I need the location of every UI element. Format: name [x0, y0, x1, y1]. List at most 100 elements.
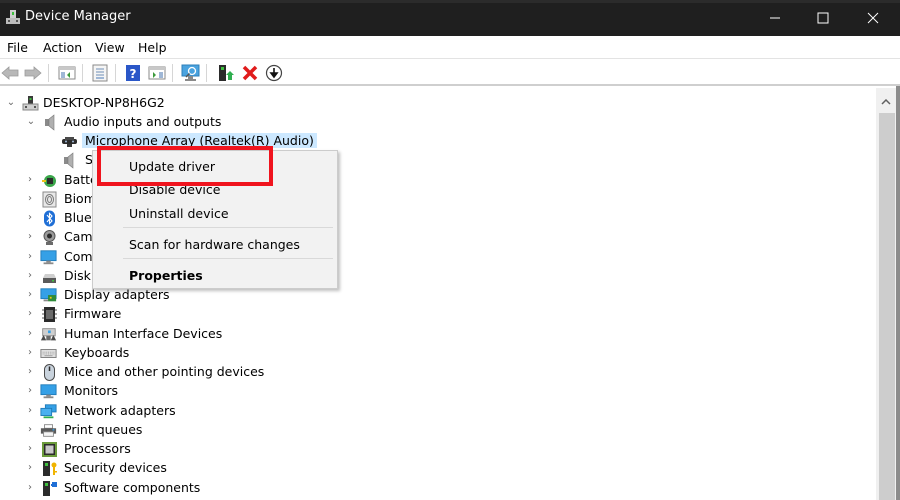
tree-root[interactable]: ⌄ DESKTOP-NP8H6G2: [0, 94, 300, 113]
menu-item-scan-hardware[interactable]: Scan for hardware changes: [129, 237, 300, 252]
toolbar: ?: [0, 60, 900, 86]
menu-view[interactable]: View: [95, 40, 125, 55]
tree-item-computer[interactable]: › Comp: [0, 248, 101, 267]
update-driver-button[interactable]: [216, 63, 236, 83]
tree-item-software-components[interactable]: › Software components: [0, 479, 220, 498]
menu-file[interactable]: File: [7, 40, 28, 55]
scan-hardware-button[interactable]: [181, 63, 201, 83]
menu-action[interactable]: Action: [43, 40, 82, 55]
chevron-right-icon[interactable]: ›: [25, 482, 35, 494]
scroll-thumb[interactable]: [879, 113, 895, 500]
back-button[interactable]: [0, 63, 20, 83]
tree-item-mice[interactable]: › Mice and other pointing devices: [0, 363, 264, 382]
chevron-right-icon[interactable]: ›: [25, 270, 35, 282]
keyboard-icon: [40, 349, 57, 358]
tree-root-label: DESKTOP-NP8H6G2: [43, 95, 165, 110]
chevron-right-icon[interactable]: ›: [25, 231, 35, 243]
tree-item-cameras[interactable]: › Came: [0, 228, 100, 247]
maximize-button[interactable]: [800, 0, 846, 36]
chevron-right-icon[interactable]: ›: [25, 347, 35, 359]
tree-item-hid[interactable]: › Human Interface Devices: [0, 325, 222, 344]
chevron-right-icon[interactable]: ›: [25, 174, 35, 186]
tree-item-label: Processors: [64, 441, 131, 456]
tree-item-firmware[interactable]: › Firmware: [0, 305, 200, 324]
tree-item-audio[interactable]: ⌄ Audio inputs and outputs: [0, 113, 300, 132]
toolbar-separator: [172, 64, 173, 82]
chevron-right-icon[interactable]: ›: [25, 443, 35, 455]
chevron-right-icon[interactable]: ›: [25, 328, 35, 340]
tree-item-label: Print queues: [64, 422, 143, 437]
firmware-chip-icon: [42, 307, 57, 322]
toolbar-separator: [48, 64, 49, 82]
show-action-pane-button[interactable]: [147, 63, 167, 83]
show-hide-console-tree-icon: [58, 66, 76, 80]
network-adapter-icon: [40, 404, 57, 419]
chevron-down-icon[interactable]: ⌄: [6, 97, 16, 109]
chevron-right-icon[interactable]: ›: [25, 366, 35, 378]
uninstall-device-button[interactable]: [240, 63, 260, 83]
chevron-right-icon[interactable]: ›: [25, 385, 35, 397]
forward-button[interactable]: [23, 63, 43, 83]
svg-text:?: ?: [130, 67, 137, 81]
properties-button[interactable]: [90, 63, 110, 83]
tree-item-label: Audio inputs and outputs: [64, 114, 222, 129]
tree-item-network-adapters[interactable]: › Network adapters: [0, 402, 200, 421]
vertical-scrollbar[interactable]: [876, 88, 896, 500]
menu-help[interactable]: Help: [138, 40, 167, 55]
chevron-right-icon[interactable]: ›: [25, 424, 35, 436]
display-adapter-icon: [40, 288, 57, 302]
tree-item-disk-drives[interactable]: › Disk d: [0, 267, 103, 286]
help-button[interactable]: ?: [123, 63, 143, 83]
tree-item-label: Firmware: [64, 306, 122, 321]
chevron-right-icon[interactable]: ›: [25, 405, 35, 417]
tree-item-keyboards[interactable]: › Keyboards: [0, 344, 200, 363]
chevron-right-icon[interactable]: ›: [25, 212, 35, 224]
tree-item-speakers[interactable]: S: [0, 151, 100, 170]
chevron-right-icon[interactable]: ›: [25, 289, 35, 301]
tree-item-label: Display adapters: [64, 287, 170, 302]
tree-item-processors[interactable]: › Processors: [0, 440, 200, 459]
disk-drive-icon: [43, 274, 56, 283]
chevron-right-icon[interactable]: ›: [25, 462, 35, 474]
chevron-right-icon[interactable]: ›: [25, 308, 35, 320]
speaker-icon: [64, 152, 74, 169]
show-action-pane-icon: [148, 66, 166, 80]
scroll-up-button[interactable]: [876, 94, 896, 110]
disable-device-icon: [265, 64, 283, 82]
menu-separator: [123, 227, 333, 228]
show-hide-console-tree-button[interactable]: [57, 63, 77, 83]
tree-item-label: Monitors: [64, 383, 119, 398]
tree-item-biometric[interactable]: › Biom: [0, 190, 100, 209]
tree-item-monitors[interactable]: › Monitors: [0, 382, 200, 401]
disable-device-button[interactable]: [264, 63, 284, 83]
printer-icon: [40, 424, 57, 437]
tree-item-label: Security devices: [64, 460, 167, 475]
window-title: Device Manager: [25, 9, 131, 24]
camera-icon: [43, 230, 56, 245]
highlight-annotation-box: [97, 146, 273, 186]
maximize-icon: [817, 12, 829, 24]
chevron-down-icon[interactable]: ⌄: [26, 116, 36, 128]
tree-item-print-queues[interactable]: › Print queues: [0, 421, 200, 440]
tree-item-label: Keyboards: [64, 345, 130, 360]
tree-item-batteries[interactable]: › Batte: [0, 171, 100, 190]
tree-item-security-devices[interactable]: › Security devices: [0, 459, 200, 478]
chevron-up-icon: [881, 99, 891, 105]
minimize-icon: [770, 17, 780, 19]
toolbar-separator: [82, 64, 83, 82]
toolbar-separator: [115, 64, 116, 82]
software-component-icon: [43, 481, 57, 496]
forward-arrow-icon: [24, 66, 42, 80]
chevron-right-icon[interactable]: ›: [25, 251, 35, 263]
tree-item-bluetooth[interactable]: › Bluet: [0, 209, 100, 228]
close-button[interactable]: [850, 0, 896, 36]
chevron-right-icon[interactable]: ›: [25, 193, 35, 205]
device-manager-window: Device Manager File Action View Help ? ⌄…: [0, 0, 900, 500]
window-border: [896, 86, 900, 500]
tree-item-label: Network adapters: [64, 403, 176, 418]
menu-item-uninstall-device[interactable]: Uninstall device: [129, 206, 229, 221]
menu-bar: File Action View Help: [0, 36, 900, 59]
menu-item-properties[interactable]: Properties: [129, 268, 203, 283]
processor-icon: [42, 442, 57, 457]
minimize-button[interactable]: [752, 0, 798, 36]
